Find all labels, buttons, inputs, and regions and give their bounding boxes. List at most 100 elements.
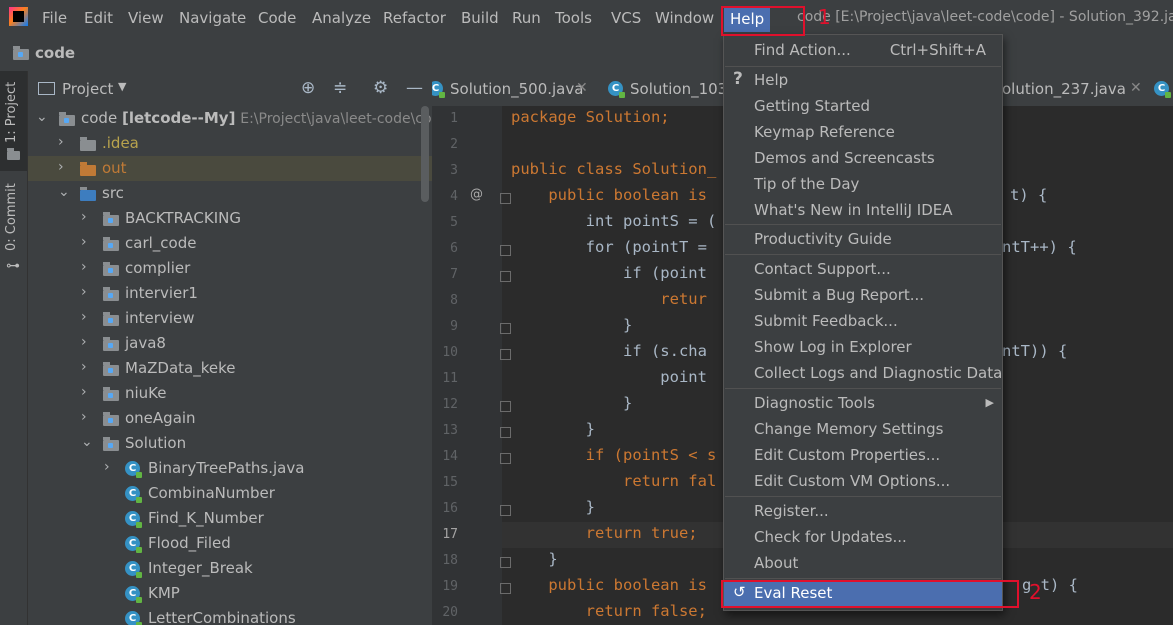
chevron-right-icon[interactable]: › [81,209,87,225]
menu-file[interactable]: File [42,9,67,27]
breadcrumb-code[interactable]: code [35,44,75,62]
fold-marker-icon[interactable] [500,453,511,464]
project-tool-tab[interactable]: 1: Project [4,82,19,143]
chevron-down-icon[interactable]: ▼ [118,80,126,93]
menu-item-custom-properties[interactable]: Edit Custom Properties... [724,442,1002,468]
menu-item-register[interactable]: Register... [724,498,1002,524]
fold-marker-icon[interactable] [500,505,511,516]
tree-row-package[interactable]: › complier [28,256,432,281]
close-icon[interactable]: ✕ [576,80,588,96]
fold-marker-icon[interactable] [500,583,511,594]
tree-row-package[interactable]: › carl_code [28,231,432,256]
menu-view[interactable]: View [128,9,164,27]
menu-item-memory-settings[interactable]: Change Memory Settings [724,416,1002,442]
tree-row-class[interactable]: C Flood_Filed [28,531,432,556]
menu-item-diagnostic-tools[interactable]: Diagnostic Tools ▶ [724,390,1002,416]
fold-marker-icon[interactable] [500,271,511,282]
menu-item-submit-feedback[interactable]: Submit Feedback... [724,308,1002,334]
menu-item-keymap-reference[interactable]: Keymap Reference [724,119,1002,145]
chevron-right-icon[interactable]: › [81,259,87,275]
locate-target-icon[interactable]: ⊕ [301,78,315,98]
tree-row-class[interactable]: C CombinaNumber [28,481,432,506]
tree-row-class[interactable]: C KMP [28,581,432,606]
tree-row-out[interactable]: › out [28,156,432,181]
menu-item-show-log[interactable]: Show Log in Explorer [724,334,1002,360]
chevron-right-icon[interactable]: › [58,159,64,175]
tree-row-package[interactable]: › intervier1 [28,281,432,306]
chevron-down-icon[interactable]: ⌄ [36,109,48,125]
menu-item-getting-started[interactable]: Getting Started [724,93,1002,119]
chevron-down-icon[interactable]: ⌄ [58,184,70,200]
chevron-right-icon[interactable]: › [81,334,87,350]
fold-marker-icon[interactable] [500,323,511,334]
tree-label: out [102,159,127,177]
tree-row-class[interactable]: C LetterCombinations [28,606,432,625]
menu-item-tip-of-day[interactable]: Tip of the Day [724,171,1002,197]
commit-icon: ⊶ [6,258,20,274]
menu-item-check-updates[interactable]: Check for Updates... [724,524,1002,550]
tree-row-package[interactable]: ⌄ Solution [28,431,432,456]
menu-item-submit-bug[interactable]: Submit a Bug Report... [724,282,1002,308]
menu-window[interactable]: Window [655,9,714,27]
chevron-right-icon[interactable]: › [81,284,87,300]
editor-tab[interactable]: olution_237.java [1002,80,1126,98]
chevron-right-icon[interactable]: › [81,234,87,250]
tree-row-package[interactable]: › MaZData_keke [28,356,432,381]
fold-marker-icon[interactable] [500,193,511,204]
tree-row-idea[interactable]: › .idea [28,131,432,156]
tree-row-root[interactable]: ⌄ code [letcode--My] E:\Project\java\lee… [28,106,432,131]
chevron-right-icon[interactable]: › [81,409,87,425]
collapse-all-icon[interactable]: ≑ [333,78,347,98]
menu-item-demos[interactable]: Demos and Screencasts [724,145,1002,171]
menu-analyze[interactable]: Analyze [312,9,371,27]
menu-item-label: What's New in IntelliJ IDEA [754,201,953,219]
menu-item-productivity-guide[interactable]: Productivity Guide [724,226,1002,252]
project-scrollbar[interactable] [421,106,429,202]
editor-tab[interactable]: Solution_500.java [450,80,583,98]
menu-refactor[interactable]: Refactor [383,9,446,27]
menu-item-find-action[interactable]: Find Action... Ctrl+Shift+A [724,37,1002,63]
fold-marker-icon[interactable] [500,557,511,568]
chevron-right-icon[interactable]: › [81,384,87,400]
menu-edit[interactable]: Edit [84,9,113,27]
fold-marker-icon[interactable] [500,245,511,256]
menu-tools[interactable]: Tools [555,9,592,27]
chevron-right-icon[interactable]: › [81,309,87,325]
minimize-icon[interactable]: — [406,78,423,98]
menu-navigate[interactable]: Navigate [179,9,246,27]
menu-run[interactable]: Run [512,9,541,27]
chevron-down-icon[interactable]: ⌄ [81,434,93,450]
menu-code[interactable]: Code [258,9,296,27]
chevron-right-icon[interactable]: › [58,134,64,150]
fold-marker-icon[interactable] [500,427,511,438]
menu-item-about[interactable]: About [724,550,1002,576]
editor-tab[interactable]: Solution_1035 [630,80,737,98]
menu-build[interactable]: Build [461,9,499,27]
menu-item-custom-vm-options[interactable]: Edit Custom VM Options... [724,468,1002,494]
project-panel-title[interactable]: Project [62,80,113,98]
line-number: 17 [442,527,458,542]
code-line: return true; [511,524,698,542]
menu-item-contact-support[interactable]: Contact Support... [724,256,1002,282]
menu-item-collect-logs[interactable]: Collect Logs and Diagnostic Data [724,360,1002,386]
menu-item-whats-new[interactable]: What's New in IntelliJ IDEA [724,197,1002,223]
gear-icon[interactable]: ⚙ [373,78,388,98]
tree-row-class[interactable]: C Integer_Break [28,556,432,581]
tree-row-package[interactable]: › java8 [28,331,432,356]
tree-row-package[interactable]: › interview [28,306,432,331]
fold-marker-icon[interactable] [500,401,511,412]
chevron-right-icon[interactable]: › [104,459,110,475]
menu-item-help[interactable]: ? Help [724,67,1002,93]
tree-row-src[interactable]: ⌄ src [28,181,432,206]
tree-row-package[interactable]: › BACKTRACKING [28,206,432,231]
tree-row-class[interactable]: C Find_K_Number [28,506,432,531]
fold-marker-icon[interactable] [500,349,511,360]
close-icon[interactable]: ✕ [1130,80,1142,96]
tree-row-class[interactable]: › C BinaryTreePaths.java [28,456,432,481]
commit-tool-tab[interactable]: 0: Commit [4,183,19,251]
menu-item-label: Diagnostic Tools [754,394,875,412]
menu-vcs[interactable]: VCS [611,9,641,27]
chevron-right-icon[interactable]: › [81,359,87,375]
tree-row-package[interactable]: › niuKe [28,381,432,406]
tree-row-package[interactable]: › oneAgain [28,406,432,431]
